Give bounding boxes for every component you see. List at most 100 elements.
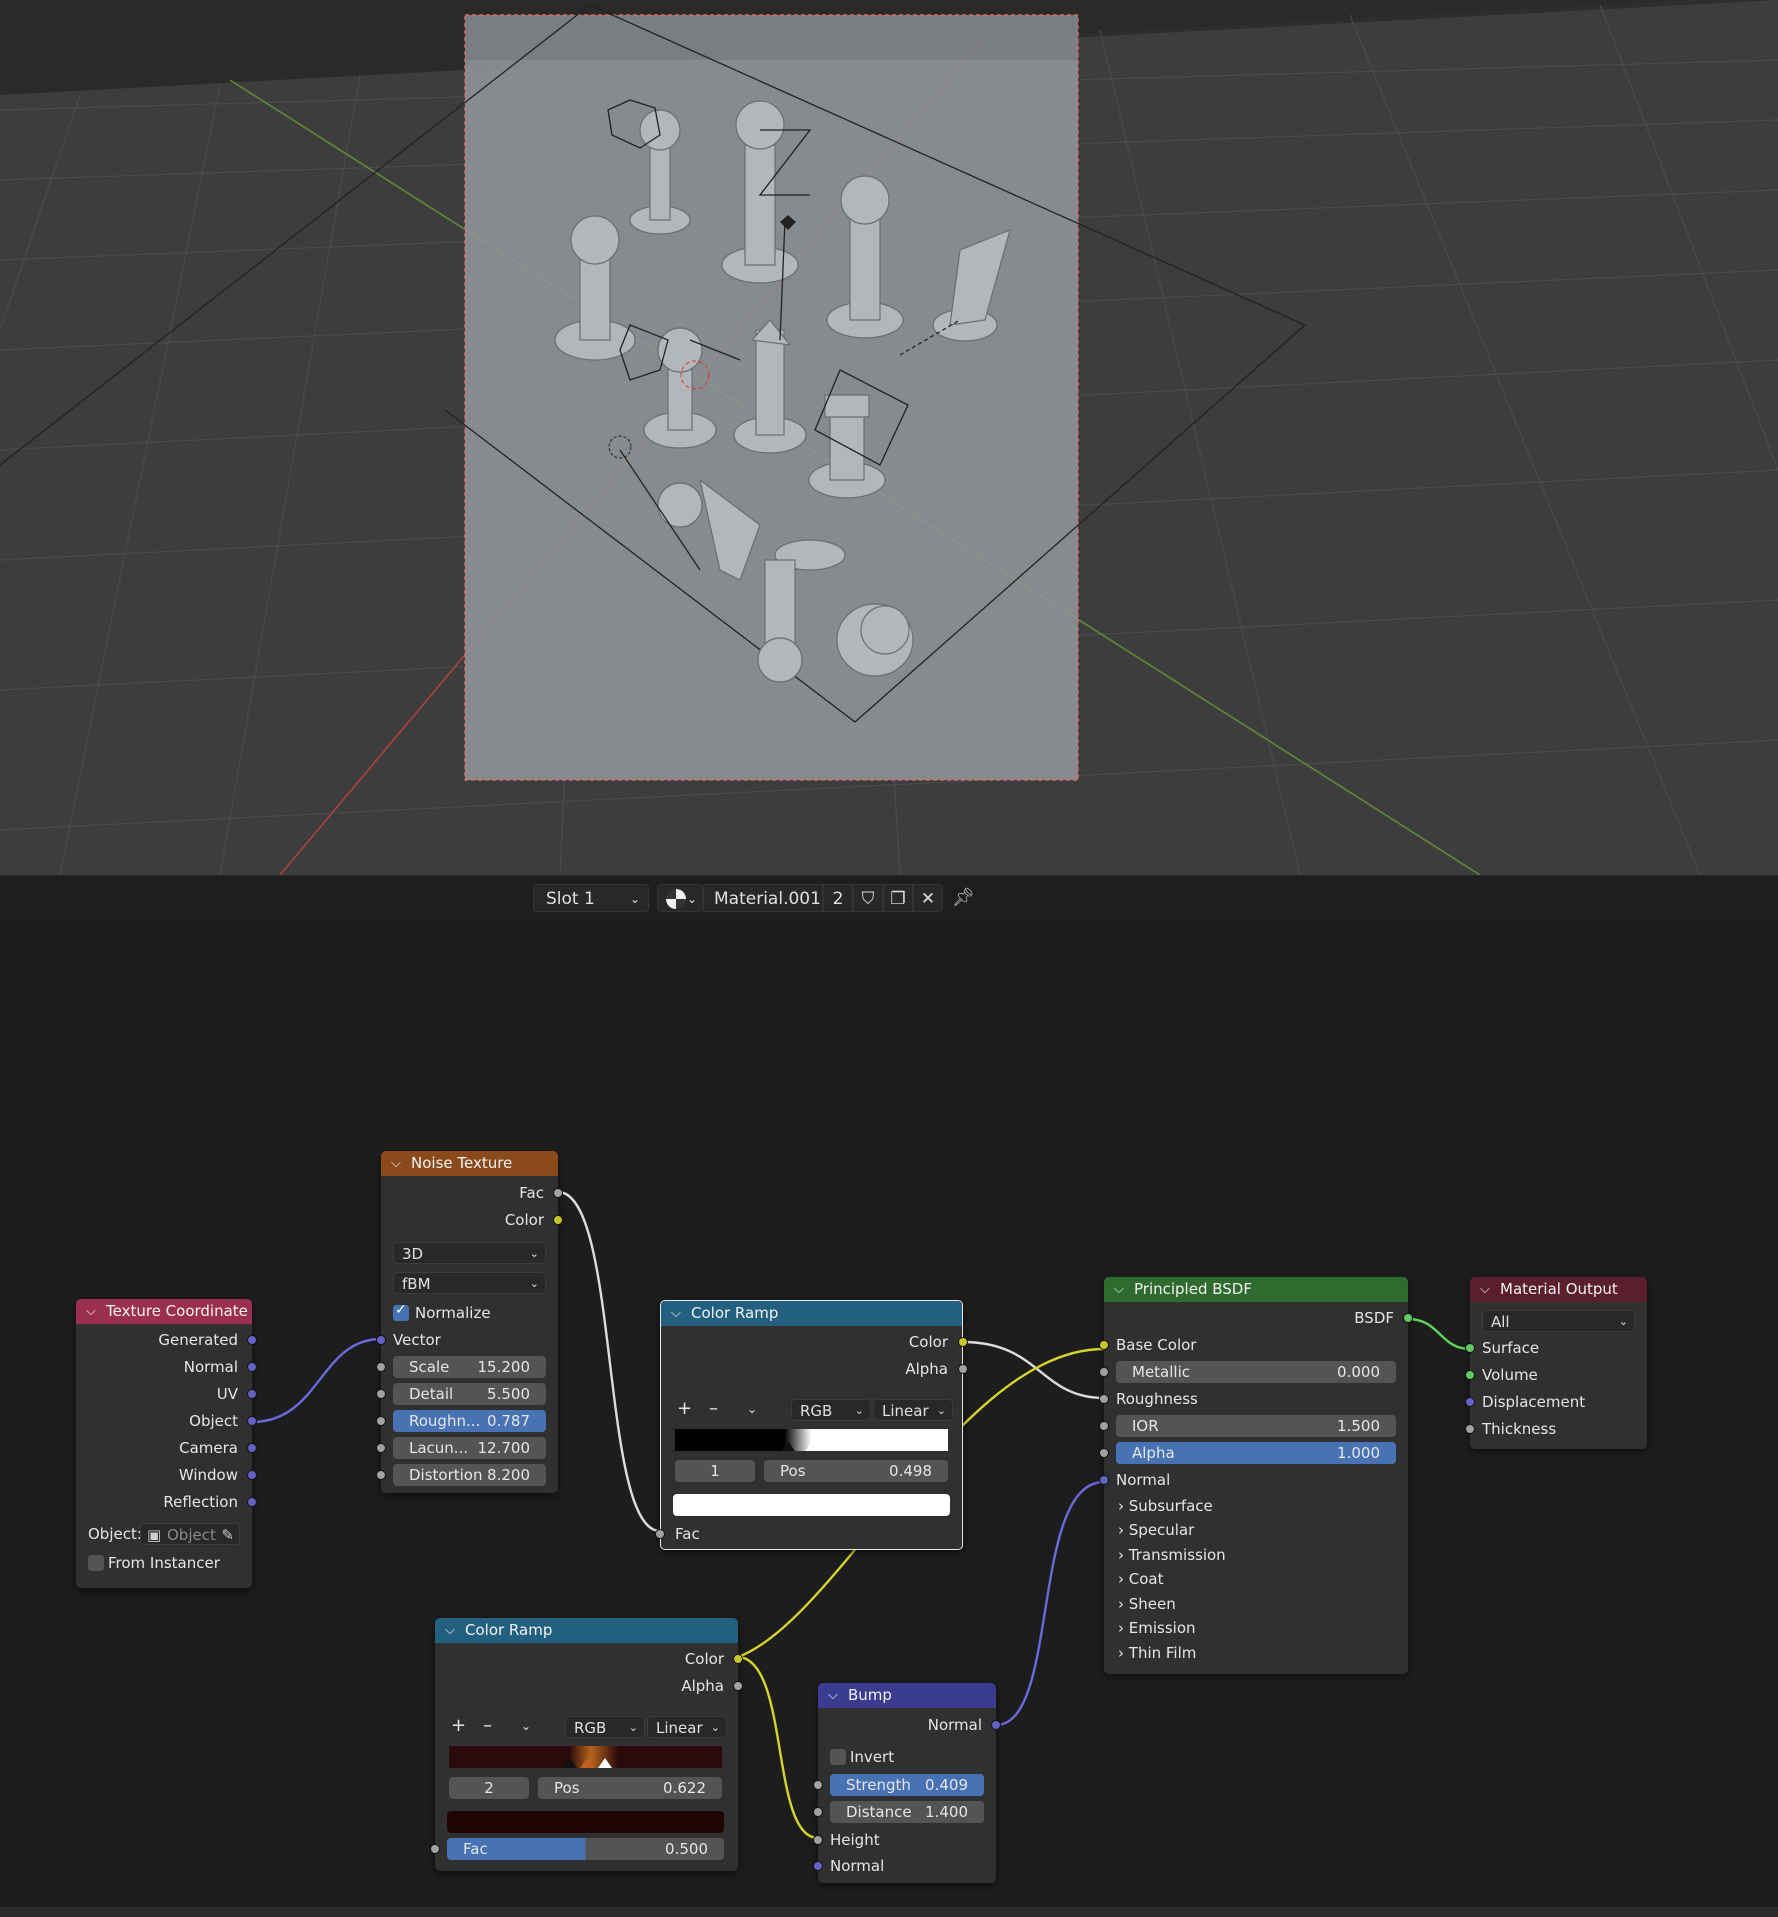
detail-field[interactable]: Detail 5.500 bbox=[393, 1383, 546, 1405]
socket-fac-in[interactable] bbox=[430, 1844, 440, 1854]
socket-color-out[interactable] bbox=[733, 1654, 743, 1664]
socket-distance-in[interactable] bbox=[813, 1807, 823, 1817]
socket-uv-out[interactable] bbox=[247, 1389, 257, 1399]
fake-user-button[interactable]: ⛉ bbox=[853, 884, 883, 912]
stop-index-field[interactable]: 2 bbox=[449, 1777, 529, 1799]
duplicate-button[interactable]: ❐ bbox=[883, 884, 913, 912]
node-header[interactable]: ⌵ Color Ramp bbox=[435, 1618, 738, 1643]
color-mode-dropdown[interactable]: RGB ⌄ bbox=[791, 1399, 871, 1421]
noise-texture-node[interactable]: ⌵ Noise Texture Fac Color 3D ⌄ fBM ⌄ ✓ Norm… bbox=[376, 1151, 563, 1493]
material-name-field[interactable]: Material.001 bbox=[703, 884, 823, 912]
alpha-field[interactable]: Alpha 1.000 bbox=[1116, 1442, 1396, 1464]
socket-strength-in[interactable] bbox=[813, 1780, 823, 1790]
panel-subsurface[interactable]: › Subsurface bbox=[1118, 1496, 1213, 1516]
stop-marker-2[interactable] bbox=[580, 1758, 594, 1768]
socket-alpha-out[interactable] bbox=[733, 1681, 743, 1691]
texture-coordinate-node[interactable]: ⌵ Texture Coordinate Generated Normal UV … bbox=[76, 1299, 257, 1588]
add-stop-icon[interactable]: + bbox=[451, 1715, 466, 1737]
socket-thickness-in[interactable] bbox=[1465, 1424, 1475, 1434]
socket-surface-in[interactable] bbox=[1465, 1343, 1475, 1353]
socket-height-in[interactable] bbox=[813, 1835, 823, 1845]
add-stop-icon[interactable]: + bbox=[677, 1398, 692, 1420]
color-ramp-node-2[interactable]: ⌵ Color Ramp Color Alpha + – ⌄ RGB ⌄ Linea… bbox=[430, 1618, 743, 1871]
socket-displacement-in[interactable] bbox=[1465, 1397, 1475, 1407]
roughness-field[interactable]: Roughn... 0.787 bbox=[393, 1410, 546, 1432]
fac-field[interactable]: Fac 0.500 bbox=[447, 1838, 724, 1860]
socket-scale-in[interactable] bbox=[376, 1362, 386, 1372]
remove-stop-icon[interactable]: – bbox=[709, 1398, 718, 1420]
socket-window-out[interactable] bbox=[247, 1470, 257, 1480]
scale-field[interactable]: Scale 15.200 bbox=[393, 1356, 546, 1378]
object-picker[interactable]: ▣ Object ✎ bbox=[140, 1523, 240, 1545]
socket-base-color-in[interactable] bbox=[1099, 1340, 1109, 1350]
slot-dropdown[interactable]: Slot 1 ⌄ bbox=[533, 884, 649, 912]
bump-node[interactable]: ⌵ Bump Normal Invert Strength 0.409 Distan… bbox=[813, 1683, 1001, 1883]
color-ramp-node-1[interactable]: ⌵ Color Ramp Color Alpha + – ⌄ RGB ⌄ Linea… bbox=[655, 1300, 968, 1550]
interpolation-dropdown[interactable]: Linear ⌄ bbox=[873, 1399, 953, 1421]
socket-roughness-in[interactable] bbox=[1099, 1394, 1109, 1404]
user-count-button[interactable]: 2 bbox=[823, 884, 853, 912]
socket-reflection-out[interactable] bbox=[247, 1497, 257, 1507]
pos-field[interactable]: Pos 0.622 bbox=[538, 1777, 722, 1799]
stop-marker-1[interactable] bbox=[781, 1441, 795, 1451]
3d-viewport[interactable] bbox=[0, 0, 1778, 875]
interpolation-dropdown[interactable]: Linear ⌄ bbox=[647, 1716, 727, 1738]
socket-camera-out[interactable] bbox=[247, 1443, 257, 1453]
socket-fac-in[interactable] bbox=[655, 1529, 665, 1539]
color-mode-dropdown[interactable]: RGB ⌄ bbox=[565, 1716, 645, 1738]
socket-object-out[interactable] bbox=[247, 1416, 257, 1426]
strength-field[interactable]: Strength 0.409 bbox=[830, 1774, 984, 1796]
distance-field[interactable]: Distance 1.400 bbox=[830, 1801, 984, 1823]
panel-coat[interactable]: › Coat bbox=[1118, 1569, 1164, 1589]
socket-roughness-in[interactable] bbox=[376, 1416, 386, 1426]
socket-fac-out[interactable] bbox=[553, 1188, 563, 1198]
ior-field[interactable]: IOR 1.500 bbox=[1116, 1415, 1396, 1437]
socket-normal-out[interactable] bbox=[247, 1362, 257, 1372]
socket-alpha-out[interactable] bbox=[958, 1364, 968, 1374]
material-browse-button[interactable]: ⌄ bbox=[657, 884, 703, 912]
chevron-down-icon[interactable]: ⌄ bbox=[521, 1715, 531, 1737]
socket-generated-out[interactable] bbox=[247, 1335, 257, 1345]
socket-lacunarity-in[interactable] bbox=[376, 1443, 386, 1453]
dimensions-dropdown[interactable]: 3D ⌄ bbox=[393, 1242, 546, 1264]
chevron-down-icon[interactable]: ⌄ bbox=[747, 1398, 757, 1420]
stop-color-swatch[interactable] bbox=[673, 1494, 950, 1516]
socket-alpha-in[interactable] bbox=[1099, 1448, 1109, 1458]
stop-marker-2[interactable] bbox=[805, 1441, 819, 1451]
socket-color-out[interactable] bbox=[553, 1215, 563, 1225]
socket-metallic-in[interactable] bbox=[1099, 1367, 1109, 1377]
socket-bsdf-out[interactable] bbox=[1403, 1313, 1413, 1323]
socket-normal-out[interactable] bbox=[991, 1720, 1001, 1730]
panel-sheen[interactable]: › Sheen bbox=[1118, 1594, 1176, 1614]
unlink-button[interactable]: ✕ bbox=[913, 884, 943, 912]
socket-detail-in[interactable] bbox=[376, 1389, 386, 1399]
eyedropper-icon[interactable]: ✎ bbox=[221, 1524, 234, 1546]
remove-stop-icon[interactable]: – bbox=[483, 1715, 492, 1737]
node-header[interactable]: ⌵ Color Ramp bbox=[661, 1301, 962, 1326]
node-header[interactable]: ⌵ Noise Texture bbox=[381, 1151, 558, 1176]
socket-volume-in[interactable] bbox=[1465, 1370, 1475, 1380]
stop-marker-3[interactable] bbox=[598, 1758, 612, 1768]
metallic-field[interactable]: Metallic 0.000 bbox=[1116, 1361, 1396, 1383]
from-instancer-checkbox[interactable] bbox=[88, 1555, 104, 1571]
panel-transmission[interactable]: › Transmission bbox=[1118, 1545, 1226, 1565]
socket-vector-in[interactable] bbox=[376, 1335, 386, 1345]
socket-distortion-in[interactable] bbox=[376, 1470, 386, 1480]
panel-thin-film[interactable]: › Thin Film bbox=[1118, 1643, 1196, 1663]
target-dropdown[interactable]: All ⌄ bbox=[1482, 1310, 1635, 1332]
noise-type-dropdown[interactable]: fBM ⌄ bbox=[393, 1272, 546, 1294]
panel-emission[interactable]: › Emission bbox=[1118, 1618, 1196, 1638]
socket-color-out[interactable] bbox=[958, 1337, 968, 1347]
socket-normal-in[interactable] bbox=[813, 1861, 823, 1871]
material-output-node[interactable]: ⌵ Material Output All ⌄ Surface Volume Dis… bbox=[1465, 1277, 1647, 1449]
stop-marker-1[interactable] bbox=[563, 1758, 577, 1768]
stop-index-field[interactable]: 1 bbox=[675, 1460, 755, 1482]
node-header[interactable]: ⌵ Principled BSDF bbox=[1104, 1277, 1408, 1302]
node-header[interactable]: ⌵ Material Output bbox=[1470, 1277, 1647, 1302]
socket-ior-in[interactable] bbox=[1099, 1421, 1109, 1431]
invert-checkbox[interactable] bbox=[830, 1749, 846, 1765]
pos-field[interactable]: Pos 0.498 bbox=[764, 1460, 948, 1482]
socket-normal-in[interactable] bbox=[1099, 1475, 1109, 1485]
node-header[interactable]: ⌵ Bump bbox=[818, 1683, 996, 1708]
principled-bsdf-node[interactable]: ⌵ Principled BSDF BSDF Base Color Metalli… bbox=[1099, 1277, 1413, 1674]
